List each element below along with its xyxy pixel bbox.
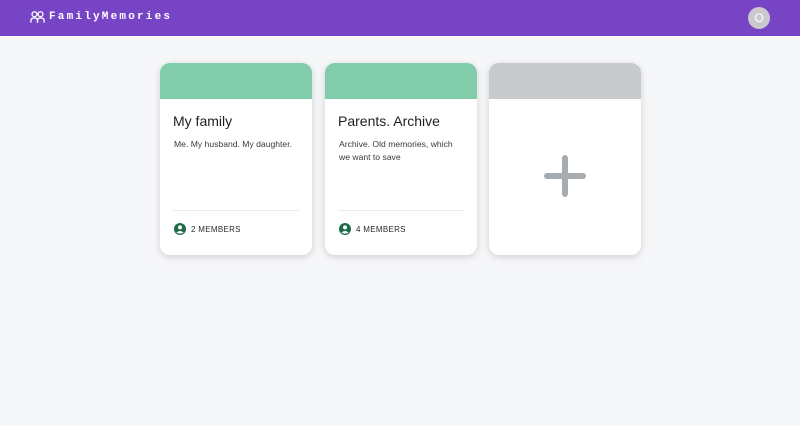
app-logo[interactable]: FamilyMemories bbox=[30, 10, 172, 24]
album-description: Me. My husband. My daughter. bbox=[174, 139, 292, 149]
account-circle-icon bbox=[339, 223, 351, 235]
album-title: Parents. Archive bbox=[338, 113, 440, 129]
app-title: FamilyMemories bbox=[49, 11, 173, 23]
account-circle-icon bbox=[174, 223, 186, 235]
card-divider bbox=[338, 210, 464, 211]
card-divider bbox=[173, 210, 299, 211]
album-description: Archive. Old memories, which we want to … bbox=[339, 139, 453, 163]
members-info: 4 MEMBERS bbox=[339, 223, 406, 235]
add-album-card[interactable] bbox=[489, 63, 641, 255]
album-card-parents-archive[interactable]: Parents. Archive Archive. Old memories, … bbox=[325, 63, 477, 255]
family-icon bbox=[30, 11, 45, 23]
card-banner bbox=[489, 63, 641, 99]
members-info: 2 MEMBERS bbox=[174, 223, 241, 235]
top-bar: FamilyMemories O bbox=[0, 0, 800, 36]
members-count: 4 MEMBERS bbox=[356, 224, 406, 234]
user-avatar[interactable]: O bbox=[748, 7, 770, 29]
album-title: My family bbox=[173, 113, 233, 129]
plus-icon bbox=[544, 155, 586, 197]
members-count: 2 MEMBERS bbox=[191, 224, 241, 234]
album-card-my-family[interactable]: My family Me. My husband. My daughter. 2… bbox=[160, 63, 312, 255]
card-banner bbox=[160, 63, 312, 99]
card-banner bbox=[325, 63, 477, 99]
